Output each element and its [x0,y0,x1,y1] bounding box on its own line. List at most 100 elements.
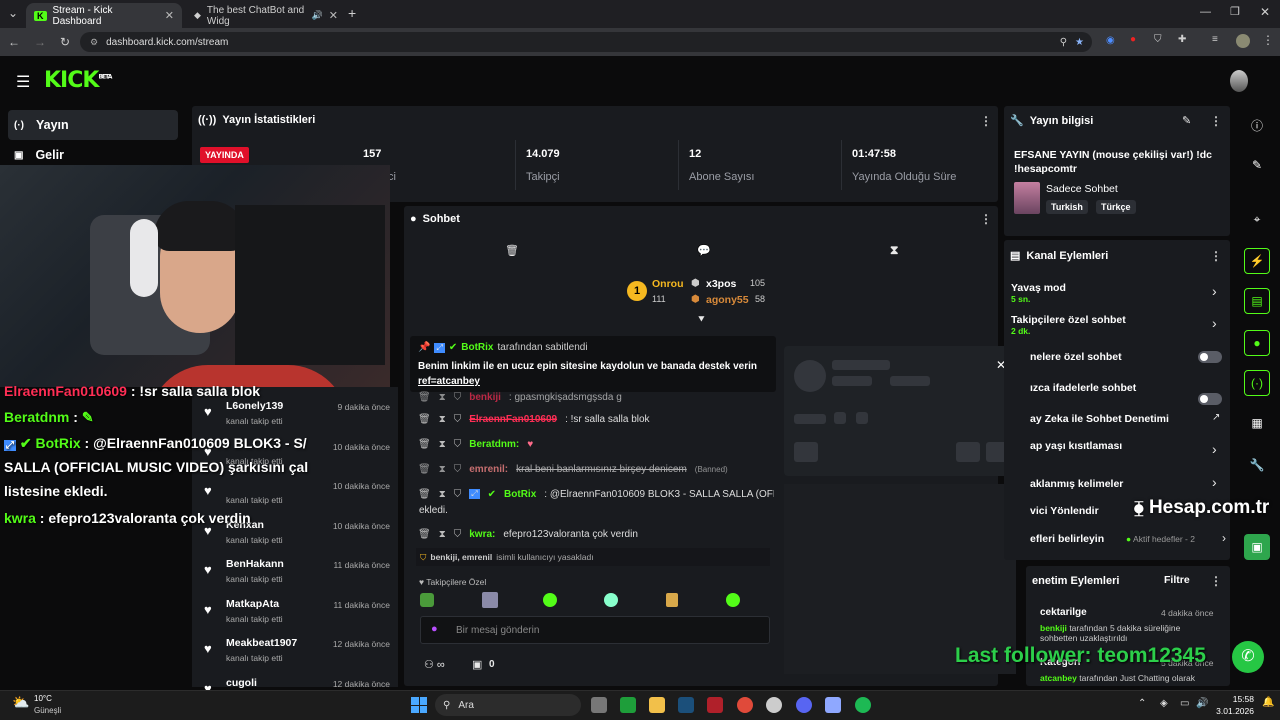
trash-icon[interactable]: 🗑 [418,464,431,475]
hourglass-icon[interactable]: ⧗ [439,489,446,500]
notifications-icon[interactable]: 🔔 [1262,697,1274,708]
weather-icon[interactable]: ⛅ [12,694,29,711]
external-link-icon[interactable]: ↗ [1212,412,1220,423]
shield-icon[interactable]: ⛉ [454,414,462,425]
follower-name[interactable]: Meakbeat1907 [226,637,297,649]
trash-icon[interactable]: 🗑 [418,489,431,500]
whatsapp-icon[interactable]: ✆ [1232,641,1264,673]
reading-list-icon[interactable]: ≡ [1212,34,1218,45]
minecraft-app-icon[interactable]: ▣ [1244,534,1270,560]
chat-menu-icon[interactable]: ⋮ [980,212,992,226]
minimize-icon[interactable]: — [1200,6,1211,18]
wrench-icon[interactable]: 🔧 [1244,452,1270,478]
browser-menu-icon[interactable]: ⋮ [1262,33,1274,47]
hourglass-icon[interactable]: ⧗ [890,243,898,258]
action-label[interactable]: ay Zeka ile Sohbet Denetimi [1030,413,1169,425]
trash-icon[interactable]: 🗑 [505,244,519,257]
close-tab-icon[interactable]: ✕ [165,9,174,22]
shield-icon[interactable]: ⛉ [454,439,462,450]
close-tab-icon[interactable]: ✕ [329,9,338,22]
puzzle-extensions-icon[interactable]: ✚ [1178,34,1186,45]
shield-icon[interactable]: ⛉ [454,392,462,403]
app-icon[interactable] [825,697,841,713]
action-label[interactable]: aklanmış kelimeler [1030,478,1123,490]
taskbar-search[interactable]: ⚲ Ara [435,694,581,716]
trash-icon[interactable]: 🗑 [418,392,431,403]
close-window-icon[interactable]: ✕ [1260,5,1270,19]
mod-actions-menu-icon[interactable]: ⋮ [1210,574,1222,588]
app-icon[interactable] [766,697,782,713]
shield-icon[interactable]: ⛉ [454,464,462,475]
extension-icon[interactable]: ● [1130,34,1136,45]
toggle-switch[interactable] [1198,393,1222,405]
action-label[interactable]: Yavaş mod [1011,282,1066,294]
collapse-icon[interactable]: ⯆ [697,314,706,327]
url-bar[interactable]: ⚙ dashboard.kick.com/stream ⚲ ★ [80,32,1092,52]
chat-bubble-icon[interactable]: ● [1244,330,1270,356]
chat-username[interactable]: benkiji [469,392,501,403]
shield-icon[interactable]: ⛉ [454,489,462,500]
emote-icon[interactable] [420,593,434,607]
file-explorer-icon[interactable] [649,697,665,713]
tab-list-icon[interactable]: ⌄ [8,6,18,20]
action-label[interactable]: Takipçilere özel sohbet [1011,314,1126,326]
follower-name[interactable]: BenHakann [226,558,284,570]
follower-name[interactable]: L6onely139 [226,400,283,412]
discord-icon[interactable] [796,697,812,713]
trash-icon[interactable]: 🗑 [418,529,431,540]
zoom-icon[interactable]: ⚲ [1060,37,1067,48]
new-tab-icon[interactable]: + [348,5,356,21]
ban-users[interactable]: benkiji, emrenil [430,552,492,562]
chevron-right-icon[interactable]: › [1212,315,1217,331]
back-icon[interactable]: ← [8,35,20,49]
emote-icon[interactable] [543,593,557,607]
tray-chevron-icon[interactable]: ⌃ [1138,698,1146,709]
chat-username[interactable]: BotRix [504,489,536,500]
action-label[interactable]: ızca ifadelerle sohbet [1030,382,1136,394]
action-label[interactable]: efleri belirleyin [1030,533,1104,545]
toggle-switch[interactable] [1198,351,1222,363]
edit-icon[interactable]: ✎ [1244,152,1270,178]
pinned-link[interactable]: ref=atcanbey [418,376,480,387]
task-view-icon[interactable] [591,697,607,713]
follower-name[interactable]: cugoli [226,677,257,689]
sidebar-item-yayin[interactable]: (·) Yayın [8,110,178,140]
chrome-icon[interactable] [737,697,753,713]
edit-pencil-icon[interactable]: ✎ [1182,114,1191,127]
reload-icon[interactable]: ↻ [60,35,70,49]
shield-icon[interactable]: ⛉ [1154,34,1162,45]
app-icon[interactable] [707,697,723,713]
hourglass-icon[interactable]: ⧗ [439,414,446,425]
action-label[interactable]: nelere özel sohbet [1030,351,1122,363]
focus-icon[interactable]: ⌖ [1244,206,1270,232]
spotify-icon[interactable] [855,697,871,713]
emote-icon[interactable] [604,593,618,607]
storage-icon[interactable]: ▣ [472,658,482,671]
chevron-right-icon[interactable]: › [1222,531,1226,545]
hourglass-icon[interactable]: ⧗ [439,529,446,540]
chevron-right-icon[interactable]: › [1212,441,1217,457]
kick-logo[interactable]: KICKBETA [44,68,112,93]
chat-bubble-icon[interactable]: 💬 [697,244,711,257]
trash-icon[interactable]: 🗑 [418,414,431,425]
microphone-icon[interactable]: ● [431,623,438,635]
chat-username[interactable]: emrenil: [469,464,508,475]
emote-icon[interactable] [482,592,498,608]
network-icon[interactable]: ▭ [1180,698,1189,709]
tab-chatbot[interactable]: ◆ The best ChatBot and Widg 🔊 ✕ [186,3,346,28]
user-avatar[interactable] [1230,70,1248,92]
chat-username[interactable]: ElraennFan010609 [469,414,557,425]
tab-kick-dashboard[interactable]: K Stream - Kick Dashboard ✕ [26,3,182,28]
shield-icon[interactable]: ⛉ [454,529,462,540]
forward-icon[interactable]: → [34,35,46,49]
volume-icon[interactable]: 🔊 [1196,698,1208,709]
broadcast-icon[interactable]: (·) [1244,370,1270,396]
hourglass-icon[interactable]: ⧗ [439,464,446,475]
category-name[interactable]: Sadece Sohbet [1046,183,1118,195]
chat-username[interactable]: kwra: [469,529,495,540]
site-info-icon[interactable]: ⚙ [90,37,98,48]
stats-menu-icon[interactable]: ⋮ [980,114,992,128]
chevron-right-icon[interactable]: › [1212,474,1217,490]
chevron-right-icon[interactable]: › [1212,283,1217,299]
emote-icon[interactable] [666,593,678,607]
